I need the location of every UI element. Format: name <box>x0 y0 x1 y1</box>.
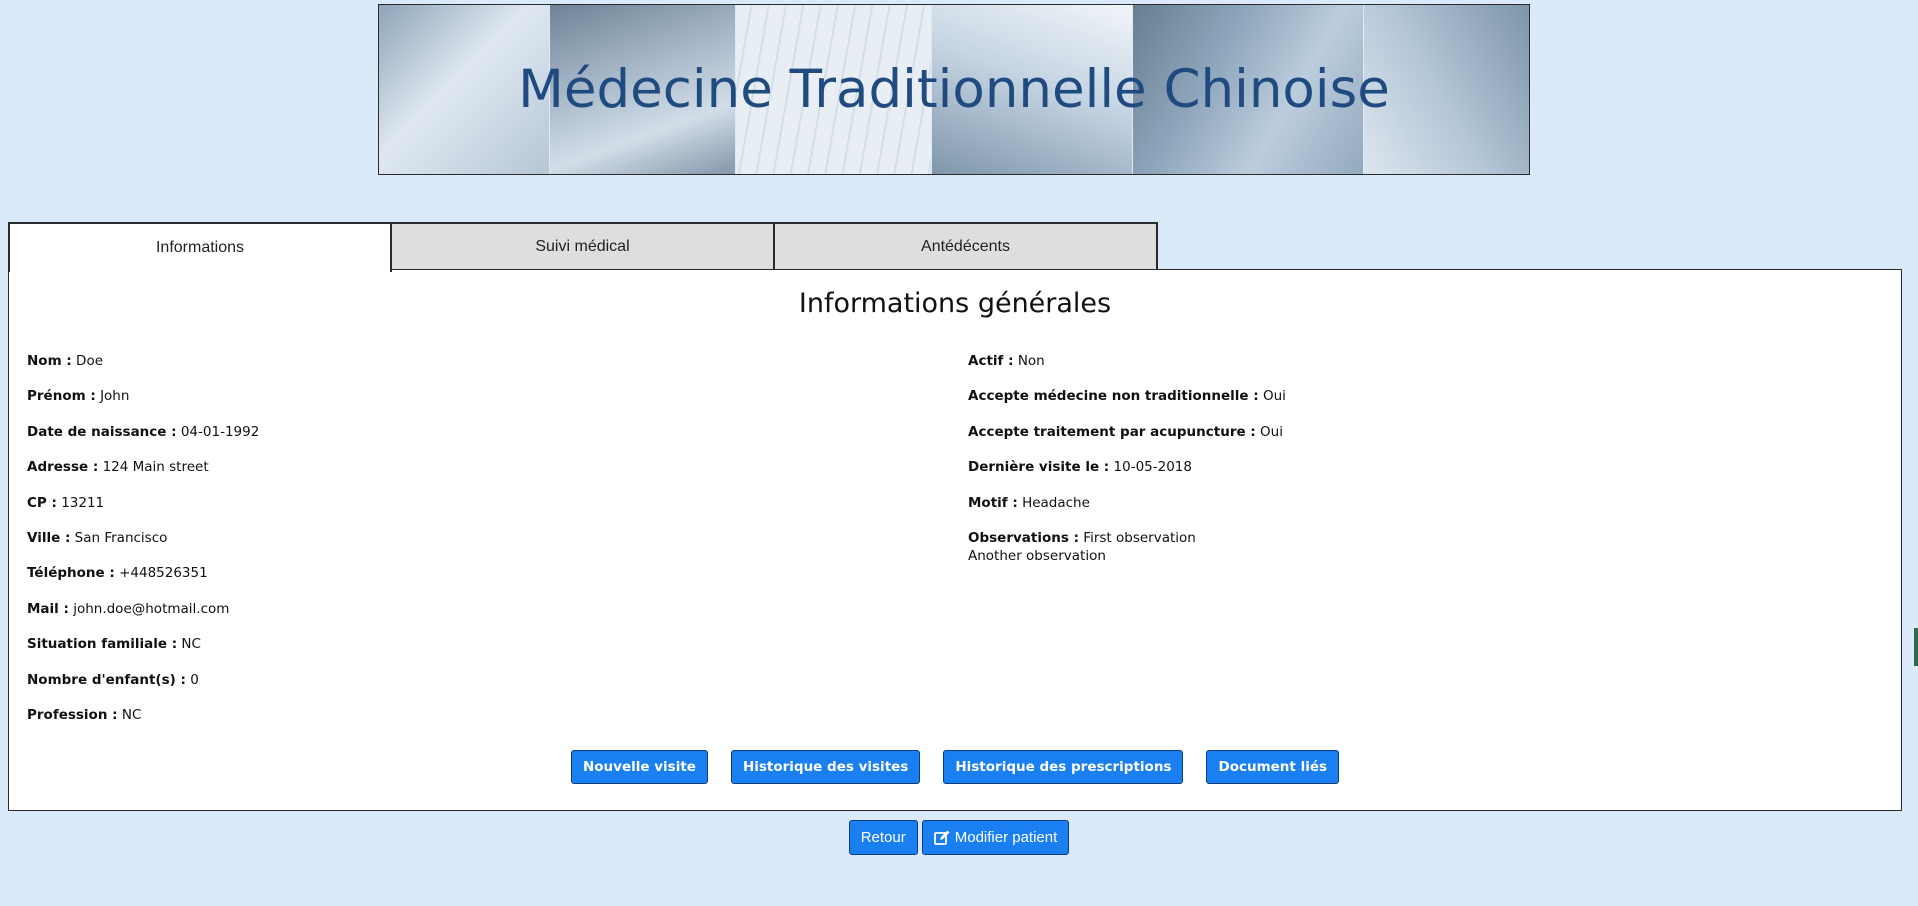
field-medecine-non-traditionnelle: Accepte médecine non traditionnelle : Ou… <box>968 387 1286 422</box>
field-value: San Francisco <box>74 529 168 546</box>
edit-icon <box>933 830 950 846</box>
field-label: Adresse : <box>27 459 99 476</box>
tab-antecedents[interactable]: Antédécents <box>774 222 1158 270</box>
field-label: CP : <box>27 494 57 511</box>
linked-documents-button[interactable]: Document liés <box>1206 750 1340 784</box>
field-value: NC <box>181 636 201 653</box>
field-label: Accepte médecine non traditionnelle : <box>968 388 1259 405</box>
field-label: Date de naissance : <box>27 423 177 440</box>
field-mail: Mail : john.doe@hotmail.com <box>27 600 259 635</box>
panel-action-buttons: Nouvelle visite Historique des visites H… <box>9 750 1901 784</box>
field-value: 124 Main street <box>102 459 209 476</box>
field-label: Ville : <box>27 529 71 546</box>
field-cp: CP : 13211 <box>27 494 259 529</box>
field-label: Nom : <box>27 353 72 369</box>
field-label: Profession : <box>27 706 118 723</box>
banner-title: Médecine Traditionnelle Chinoise <box>518 59 1390 120</box>
field-observations: Observations : First observation Another … <box>968 529 1286 565</box>
field-profession: Profession : NC <box>27 706 259 741</box>
panel-title: Informations générales <box>798 288 1112 319</box>
field-value: 04-01-1992 <box>180 423 260 440</box>
back-button[interactable]: Retour <box>848 820 918 855</box>
field-value: Oui <box>1262 388 1286 405</box>
field-situation-familiale: Situation familiale : NC <box>27 635 259 670</box>
field-label: Observations : <box>968 529 1079 546</box>
field-nombre-enfants: Nombre d'enfant(s) : 0 <box>27 671 259 706</box>
field-label: Accepte traitement par acupuncture : <box>968 423 1256 440</box>
field-prenom: Prénom : John <box>27 387 259 422</box>
field-label: Nombre d'enfant(s) : <box>27 671 186 688</box>
tab-informations[interactable]: Informations <box>8 222 392 272</box>
field-value: john.doe@hotmail.com <box>73 600 230 617</box>
field-value: NC <box>121 706 142 723</box>
field-value: John <box>100 388 130 405</box>
field-value: 10-05-2018 <box>1113 459 1192 476</box>
patient-info-left-column: Nom : Doe Prénom : John Date de naissanc… <box>27 352 259 741</box>
field-ville: Ville : San Francisco <box>27 529 259 564</box>
new-visit-button[interactable]: Nouvelle visite <box>570 750 708 784</box>
field-value: 13211 <box>61 494 105 511</box>
field-label: Actif : <box>968 353 1014 369</box>
field-value: Oui <box>1260 423 1283 440</box>
field-label: Prénom : <box>27 388 96 405</box>
tab-suivi-medical[interactable]: Suivi médical <box>391 222 775 270</box>
tab-bar: Informations Suivi médical Antédécents <box>8 222 1158 272</box>
field-label: Motif : <box>968 494 1018 511</box>
field-label: Situation familiale : <box>27 636 178 653</box>
visit-history-button[interactable]: Historique des visites <box>730 750 921 784</box>
patient-info-right-column: Actif : Non Accepte médecine non traditi… <box>968 352 1286 565</box>
field-telephone: Téléphone : +448526351 <box>27 564 259 599</box>
informations-panel: Informations générales Nom : Doe Prénom … <box>8 269 1902 811</box>
field-value: First observation <box>1083 529 1196 546</box>
field-value: Doe <box>76 353 104 369</box>
page-actions: Retour Modifier patient <box>0 820 1918 855</box>
field-value: 0 <box>190 671 199 688</box>
field-label: Mail : <box>27 600 69 617</box>
field-value-extra: Another observation <box>968 547 1106 564</box>
field-acupuncture: Accepte traitement par acupuncture : Oui <box>968 423 1286 458</box>
prescription-history-button[interactable]: Historique des prescriptions <box>943 750 1184 784</box>
field-value: Headache <box>1022 494 1090 511</box>
field-nom: Nom : Doe <box>27 352 259 387</box>
field-value: Non <box>1017 353 1045 369</box>
field-derniere-visite: Dernière visite le : 10-05-2018 <box>968 458 1286 493</box>
field-adresse: Adresse : 124 Main street <box>27 458 259 493</box>
field-date-naissance: Date de naissance : 04-01-1992 <box>27 423 259 458</box>
field-motif: Motif : Headache <box>968 494 1286 529</box>
field-label: Dernière visite le : <box>968 459 1110 476</box>
field-value: +448526351 <box>119 565 208 582</box>
field-label: Téléphone : <box>27 565 115 582</box>
edit-patient-button[interactable]: Modifier patient <box>921 820 1070 855</box>
edit-patient-label: Modifier patient <box>954 829 1058 846</box>
field-actif: Actif : Non <box>968 352 1286 387</box>
header-banner: Médecine Traditionnelle Chinoise <box>378 4 1530 175</box>
scrollbar-thumb[interactable] <box>1914 628 1918 666</box>
